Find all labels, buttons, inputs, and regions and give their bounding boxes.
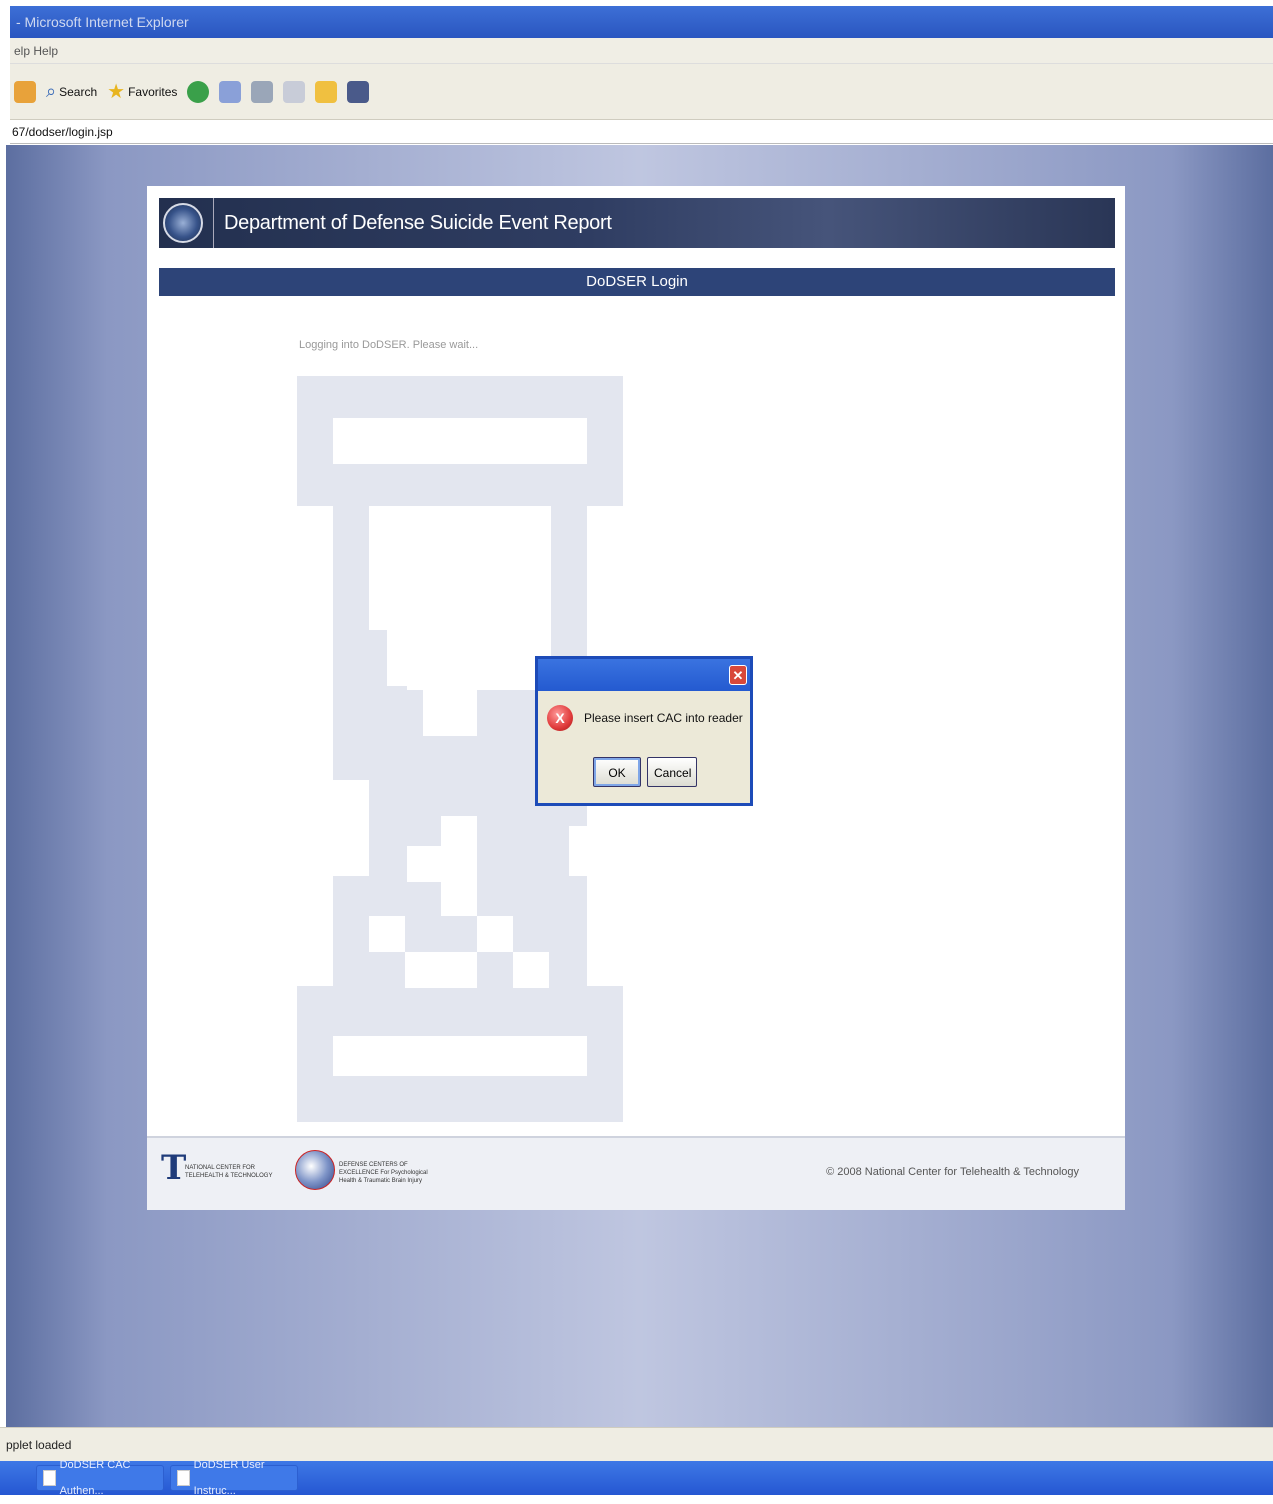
ok-button[interactable]: OK: [593, 757, 641, 787]
research-icon[interactable]: [347, 80, 370, 103]
status-text: pplet loaded: [6, 1438, 72, 1452]
close-icon[interactable]: ✕: [729, 665, 747, 685]
home-icon[interactable]: [14, 80, 36, 103]
print-icon[interactable]: [251, 80, 274, 103]
taskbar-item-label: DoDSER CAC Authen...: [59, 1459, 131, 1497]
favorites-button[interactable]: ★ Favorites: [107, 79, 177, 104]
address-bar[interactable]: 67/dodser/login.jsp: [10, 120, 1273, 144]
dcoe-logo: DEFENSE CENTERS OF EXCELLENCE For Psycho…: [295, 1148, 445, 1192]
cac-dialog: ✕ X Please insert CAC into reader OK Can…: [535, 656, 753, 806]
error-icon: X: [547, 705, 573, 731]
document-icon: [43, 1470, 56, 1486]
dcoe-globe-icon: [295, 1150, 335, 1190]
search-button[interactable]: ⌕ Search: [46, 81, 97, 102]
search-icon: ⌕: [46, 81, 57, 101]
page-footer: T NATIONAL CENTER FOR TELEHEALTH & TECHN…: [147, 1136, 1125, 1210]
folder-icon[interactable]: [315, 80, 338, 103]
status-bar: pplet loaded: [0, 1427, 1273, 1461]
menu-help[interactable]: elp Help: [14, 44, 58, 58]
nctt-logo: T NATIONAL CENTER FOR TELEHEALTH & TECHN…: [159, 1148, 279, 1192]
mail-icon[interactable]: [219, 80, 242, 103]
search-label: Search: [59, 84, 98, 99]
login-bar: DoDSER Login: [159, 268, 1115, 296]
nctt-logo-text: NATIONAL CENTER FOR TELEHEALTH & TECHNOL…: [185, 1165, 273, 1179]
nctt-t-icon: T: [161, 1148, 187, 1188]
window-icon: [177, 1470, 190, 1486]
dod-seal-icon: [163, 203, 203, 243]
page-title: Department of Defense Suicide Event Repo…: [224, 211, 612, 234]
taskbar-item-user-instructions[interactable]: DoDSER User Instruc...: [170, 1459, 298, 1497]
dialog-message: Please insert CAC into reader: [584, 711, 743, 725]
browser-menu-bar[interactable]: elp Help: [10, 38, 1273, 64]
dialog-title-bar[interactable]: ✕: [538, 659, 750, 691]
taskbar-item-label: DoDSER User Instruc...: [193, 1459, 265, 1497]
copyright-text: © 2008 National Center for Telehealth & …: [826, 1166, 1079, 1178]
dcoe-logo-text: DEFENSE CENTERS OF EXCELLENCE For Psycho…: [339, 1162, 428, 1184]
header-banner: Department of Defense Suicide Event Repo…: [159, 198, 1115, 248]
browser-title: - Microsoft Internet Explorer: [16, 14, 189, 30]
taskbar-item-cac-auth[interactable]: DoDSER CAC Authen...: [36, 1459, 164, 1497]
favorites-label: Favorites: [128, 84, 178, 99]
history-icon[interactable]: [187, 80, 210, 103]
cancel-button[interactable]: Cancel: [647, 757, 697, 787]
dialog-body: X Please insert CAC into reader OK Cance…: [538, 691, 750, 803]
edit-icon[interactable]: [283, 80, 306, 103]
browser-title-bar: - Microsoft Internet Explorer: [10, 6, 1273, 38]
browser-toolbar: ⌕ Search ★ Favorites: [10, 64, 1273, 120]
star-icon: ★: [107, 81, 126, 103]
taskbar: DoDSER CAC Authen... DoDSER User Instruc…: [0, 1459, 1273, 1497]
loading-message: Logging into DoDSER. Please wait...: [299, 339, 479, 351]
header-divider: [213, 198, 214, 248]
address-url: 67/dodser/login.jsp: [12, 125, 113, 139]
